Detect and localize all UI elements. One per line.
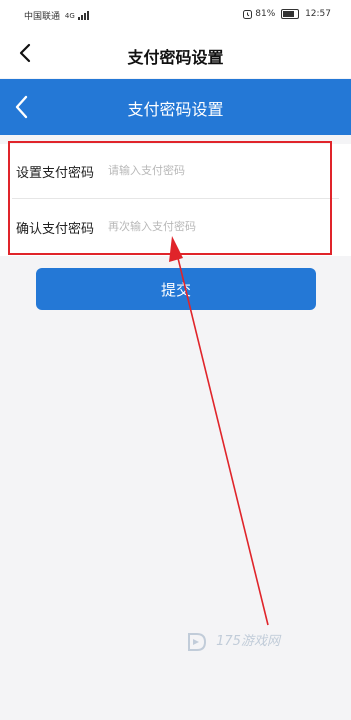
inner-page-title: 支付密码设置 bbox=[127, 100, 224, 119]
top-app-bar: 支付密码设置 bbox=[0, 28, 351, 78]
alarm-icon bbox=[243, 9, 253, 19]
watermark-text: 175游戏网 bbox=[216, 634, 280, 649]
network-type: 4G bbox=[64, 11, 75, 20]
annotation-highlight-box bbox=[8, 141, 332, 255]
status-bar: 中国联通 4G 81% 12:57 bbox=[0, 0, 351, 28]
clock: 12:57 bbox=[305, 9, 331, 19]
page-title: 支付密码设置 bbox=[127, 48, 224, 67]
battery-percent: 81% bbox=[255, 9, 276, 19]
watermark-logo-icon bbox=[188, 632, 207, 651]
carrier-name: 中国联通 bbox=[24, 12, 61, 22]
battery-icon bbox=[281, 9, 300, 19]
inner-header-bar: 支付密码设置 bbox=[0, 79, 351, 135]
signal-icon bbox=[77, 11, 89, 20]
watermark: 175游戏网 bbox=[186, 630, 280, 653]
submit-button[interactable]: 提交 bbox=[36, 268, 316, 310]
